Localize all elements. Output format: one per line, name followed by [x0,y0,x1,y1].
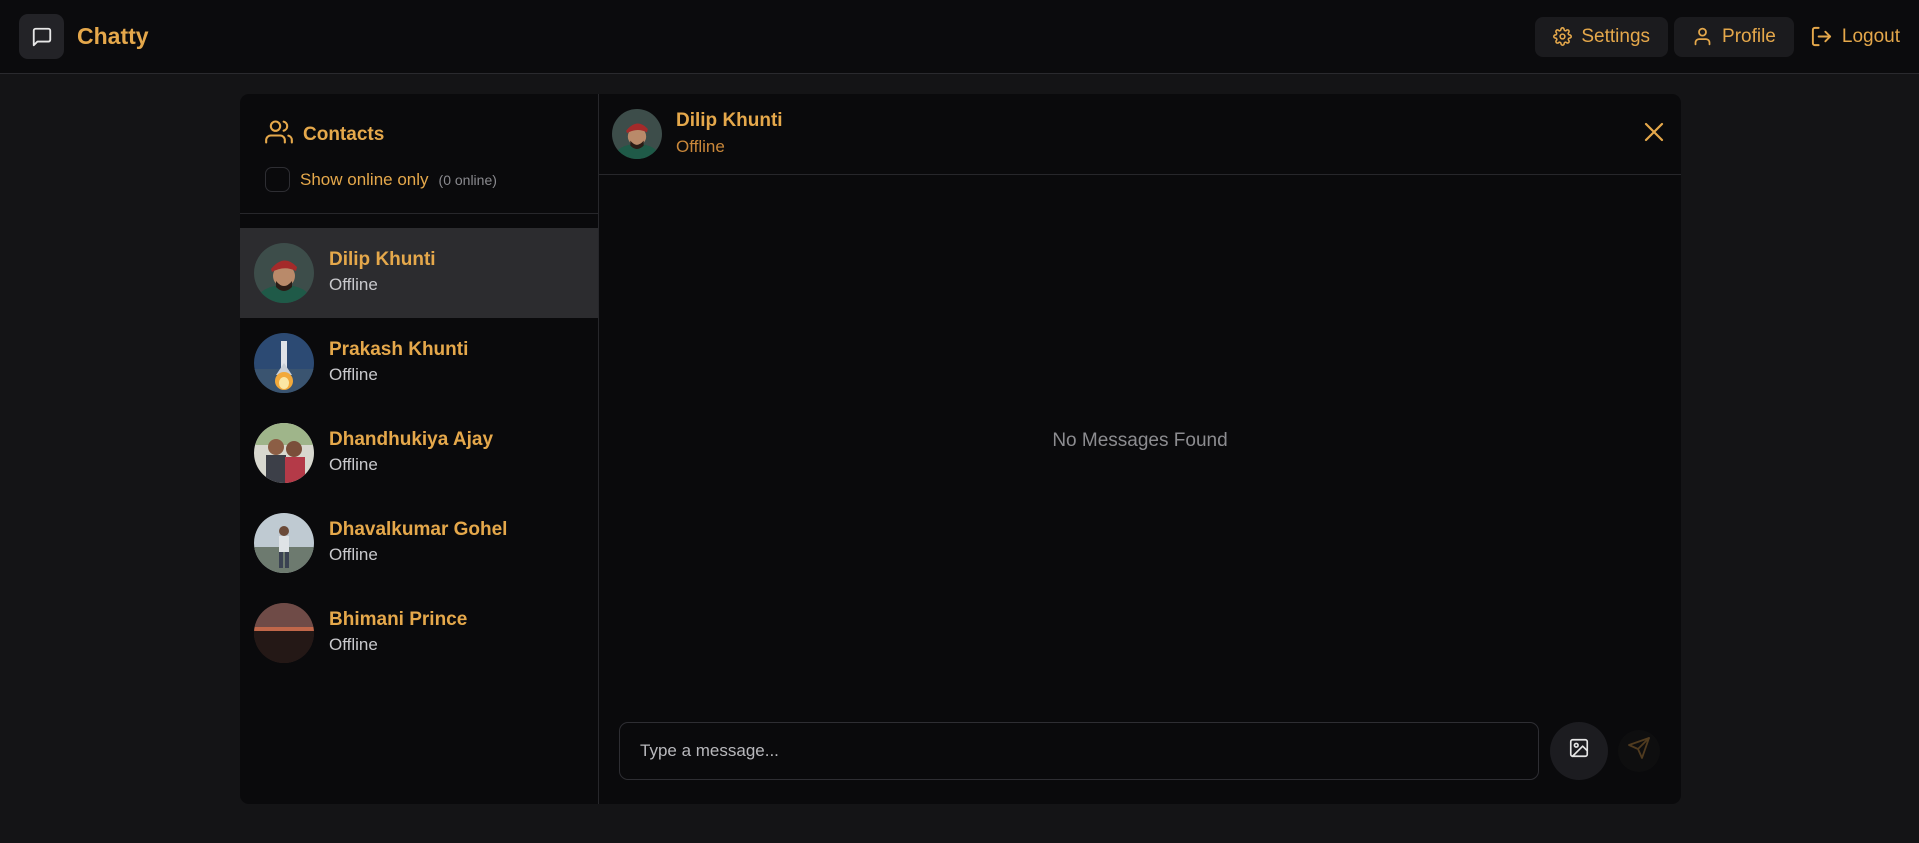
attach-image-button[interactable] [1550,721,1608,780]
image-icon [1568,737,1590,764]
contacts-heading: Contacts [265,118,573,152]
contact-status: Offline [329,545,378,564]
empty-messages-text: No Messages Found [1052,430,1228,451]
contact-item[interactable]: Bhimani Prince Offline [240,588,598,678]
chat-area: Dilip Khunti Offline No Messages Found [599,94,1681,804]
message-input[interactable] [619,721,1539,780]
contact-status: Offline [329,635,378,654]
user-icon [1692,26,1713,47]
profile-button[interactable]: Profile [1674,16,1794,57]
online-filter-label: Show online only [300,169,429,189]
logout-label: Logout [1841,25,1900,47]
online-count: (0 online) [438,171,497,188]
send-icon [1627,736,1651,765]
contact-item[interactable]: Dilip Khunti Offline [240,228,598,318]
contact-status: Offline [329,455,378,474]
contact-item[interactable]: Dhandhukiya Ajay Offline [240,408,598,498]
contact-status: Offline [329,365,378,384]
logout-button[interactable]: Logout [1800,17,1900,57]
avatar [254,333,314,393]
chat-contact-name: Dilip Khunti [676,110,783,131]
avatar [254,603,314,663]
contact-item[interactable]: Dhavalkumar Gohel Offline [240,498,598,588]
contacts-title: Contacts [303,124,385,145]
close-chat-button[interactable] [1639,119,1669,149]
sidebar-header: Contacts Show online only (0 online) [240,94,598,214]
online-filter[interactable]: Show online only (0 online) [265,167,573,192]
nav-actions: Settings Profile Logout [1535,16,1900,57]
avatar [612,109,662,159]
close-icon [1642,120,1666,149]
avatar [254,513,314,573]
profile-label: Profile [1722,25,1776,47]
logout-icon [1810,25,1833,48]
contact-name: Prakash Khunti [329,339,469,360]
app-name: Chatty [77,23,149,49]
settings-button[interactable]: Settings [1535,16,1669,57]
message-composer [599,697,1681,804]
contacts-sidebar: Contacts Show online only (0 online) Dil… [240,94,599,804]
message-list: No Messages Found [599,175,1681,697]
contact-name: Bhimani Prince [329,609,468,630]
contact-name: Dhandhukiya Ajay [329,429,494,450]
contact-name: Dhavalkumar Gohel [329,519,508,540]
gear-icon [1553,27,1573,46]
online-only-checkbox[interactable] [265,167,290,192]
contact-name: Dilip Khunti [329,249,436,270]
top-navbar: Chatty Settings Profile Logout [0,0,1919,74]
brand[interactable]: Chatty [19,14,149,59]
chat-contact-status: Offline [676,137,725,156]
send-button[interactable] [1618,729,1660,772]
avatar [254,423,314,483]
users-icon [265,118,293,152]
contact-list: Dilip Khunti Offline Prakash Khunti Offl… [240,214,598,678]
chat-panel: Contacts Show online only (0 online) Dil… [240,94,1681,804]
contact-status: Offline [329,275,378,294]
message-square-icon [19,14,64,59]
chat-header: Dilip Khunti Offline [599,94,1681,175]
avatar [254,243,314,303]
contact-item[interactable]: Prakash Khunti Offline [240,318,598,408]
settings-label: Settings [1581,25,1651,47]
